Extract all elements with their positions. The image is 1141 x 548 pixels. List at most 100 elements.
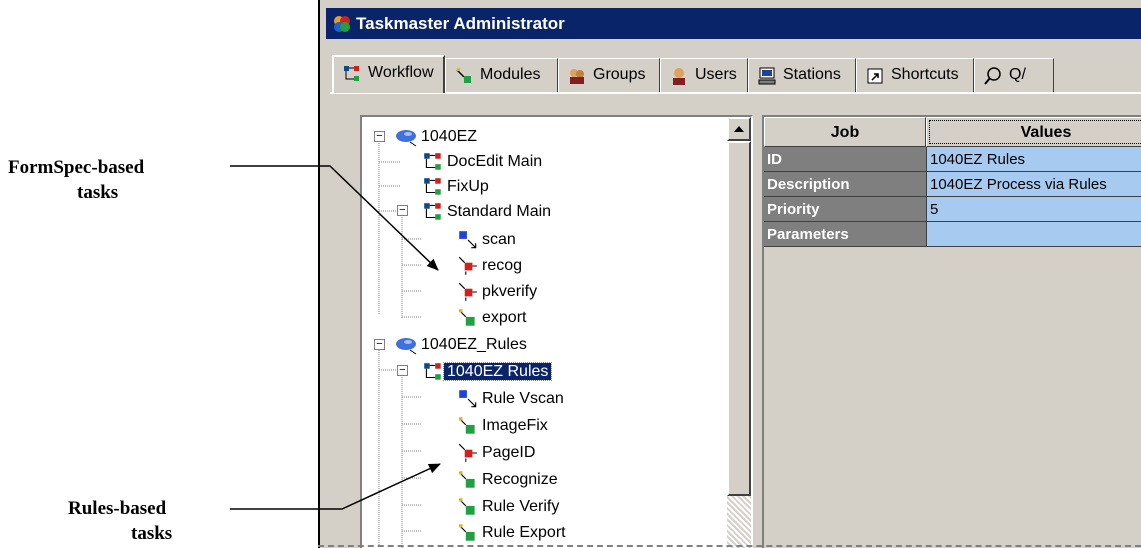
tab-label: Users [695, 66, 737, 83]
modules-icon [456, 68, 471, 83]
title-bar[interactable]: Taskmaster Administrator [326, 8, 1141, 39]
collapse-toggle[interactable]: − [397, 365, 408, 376]
rules-callout-line1: Rules-based [68, 498, 167, 519]
scroll-track[interactable] [727, 496, 751, 548]
tab-label: Modules [480, 66, 541, 83]
node-label: PageID [482, 444, 536, 461]
node-label: ImageFix [482, 417, 548, 434]
tab-divider [330, 92, 1141, 94]
application-icon [396, 337, 417, 355]
tree-node-rule-verify[interactable]: Rule Verify [457, 495, 562, 519]
node-label: Rule Export [482, 524, 566, 541]
job-icon [424, 202, 441, 220]
tree-node-1040ez-rules-job[interactable]: 1040EZ Rules [422, 360, 553, 384]
tree-node-recog[interactable]: recog [457, 254, 525, 278]
green-task-icon [458, 470, 475, 488]
tab-modules[interactable]: Modules [445, 58, 558, 92]
tab-stations[interactable]: Stations [748, 58, 856, 92]
red-task-icon [458, 256, 477, 275]
row-key-description: Description [764, 172, 926, 197]
row-key-parameters: Parameters [764, 222, 926, 247]
tab-label: Stations [783, 66, 841, 83]
tree-node-1040ez[interactable]: 1040EZ [394, 125, 480, 149]
row-key-id: ID [764, 147, 926, 172]
tree-node-rule-export[interactable]: Rule Export [457, 521, 569, 545]
rules-callout: Rules-based tasks [68, 496, 172, 546]
tree-node-scan[interactable]: scan [457, 228, 519, 252]
formspec-callout-line1: FormSpec-based [8, 157, 145, 178]
tab-shortcuts[interactable]: Shortcuts [856, 58, 974, 92]
tab-label: Groups [593, 66, 646, 83]
window-title: Taskmaster Administrator [356, 14, 565, 33]
tree-node-rule-vscan[interactable]: Rule Vscan [457, 387, 567, 411]
tab-label: Q/ [1009, 66, 1026, 83]
workflow-icon [344, 66, 359, 81]
green-task-icon [458, 497, 475, 515]
tree-node-docedit-main[interactable]: DocEdit Main [422, 150, 545, 174]
node-label: FixUp [447, 178, 489, 195]
bottom-dashed-border [318, 545, 1141, 547]
job-properties-grid: Job Values ID 1040EZ Rules Description 1… [762, 115, 1141, 548]
shortcut-icon [867, 68, 883, 84]
node-label: export [482, 309, 527, 326]
node-label: Rule Verify [482, 498, 560, 515]
collapse-toggle[interactable]: − [374, 339, 385, 350]
scroll-thumb[interactable] [727, 141, 751, 496]
tab-groups[interactable]: Groups [558, 58, 660, 92]
job-icon [424, 362, 441, 380]
green-task-icon [458, 308, 475, 326]
tab-label: Shortcuts [891, 66, 959, 83]
red-task-icon [458, 282, 477, 301]
scroll-up-button[interactable] [727, 117, 751, 141]
groups-icon [570, 69, 584, 84]
tree-node-export[interactable]: export [457, 306, 529, 330]
tree-scrollbar[interactable] [727, 117, 751, 548]
row-value-parameters[interactable] [926, 222, 1141, 247]
red-task-icon [458, 443, 477, 462]
node-label: Recognize [482, 471, 558, 488]
column-header-values[interactable]: Values [926, 117, 1141, 147]
job-icon [424, 152, 441, 170]
app-logo-icon [334, 16, 350, 32]
scan-task-icon [459, 389, 477, 408]
tree-node-recognize[interactable]: Recognize [457, 468, 561, 492]
row-value-description[interactable]: 1040EZ Process via Rules [926, 172, 1141, 197]
formspec-callout-line2: tasks [77, 182, 119, 203]
job-icon [424, 177, 441, 195]
tree-node-imagefix[interactable]: ImageFix [457, 414, 551, 438]
tree-node-pkverify[interactable]: pkverify [457, 280, 540, 304]
search-icon [984, 67, 1001, 85]
workflow-tree[interactable]: − 1040EZ DocEdit Main FixUp − Standard M… [360, 115, 753, 548]
tree-node-standard-main[interactable]: Standard Main [422, 200, 554, 224]
rules-callout-line2: tasks [131, 523, 173, 544]
collapse-toggle[interactable]: − [397, 205, 408, 216]
node-label: DocEdit Main [447, 153, 543, 170]
tab-users[interactable]: Users [660, 58, 748, 92]
row-value-id[interactable]: 1040EZ Rules [926, 147, 1141, 172]
node-label: recog [482, 257, 523, 274]
collapse-toggle[interactable]: − [374, 131, 385, 142]
node-label: scan [482, 231, 516, 248]
green-task-icon [458, 523, 475, 541]
tab-label: Workflow [368, 64, 434, 81]
formspec-callout: FormSpec-based tasks [8, 155, 144, 205]
tab-qa[interactable]: Q/ [974, 58, 1054, 92]
node-label: 1040EZ [421, 128, 478, 145]
user-icon [673, 68, 685, 85]
scan-task-icon [459, 230, 477, 249]
arrow-up-icon [734, 126, 744, 132]
tree-node-fixup[interactable]: FixUp [422, 175, 492, 199]
row-value-priority[interactable]: 5 [926, 197, 1141, 222]
row-key-priority: Priority [764, 197, 926, 222]
stations-icon [758, 67, 776, 85]
node-label: Rule Vscan [482, 390, 564, 407]
tab-workflow[interactable]: Workflow [332, 55, 445, 93]
node-label: 1040EZ Rules [442, 362, 553, 381]
node-label: pkverify [482, 283, 538, 300]
application-icon [396, 129, 417, 147]
tree-node-pageid[interactable]: PageID [457, 441, 538, 465]
taskmaster-window: Taskmaster Administrator Workflow Module… [318, 0, 1141, 548]
tree-node-1040ez-rules-app[interactable]: 1040EZ_Rules [394, 333, 530, 357]
green-task-icon [458, 416, 475, 434]
column-header-job[interactable]: Job [764, 117, 926, 147]
